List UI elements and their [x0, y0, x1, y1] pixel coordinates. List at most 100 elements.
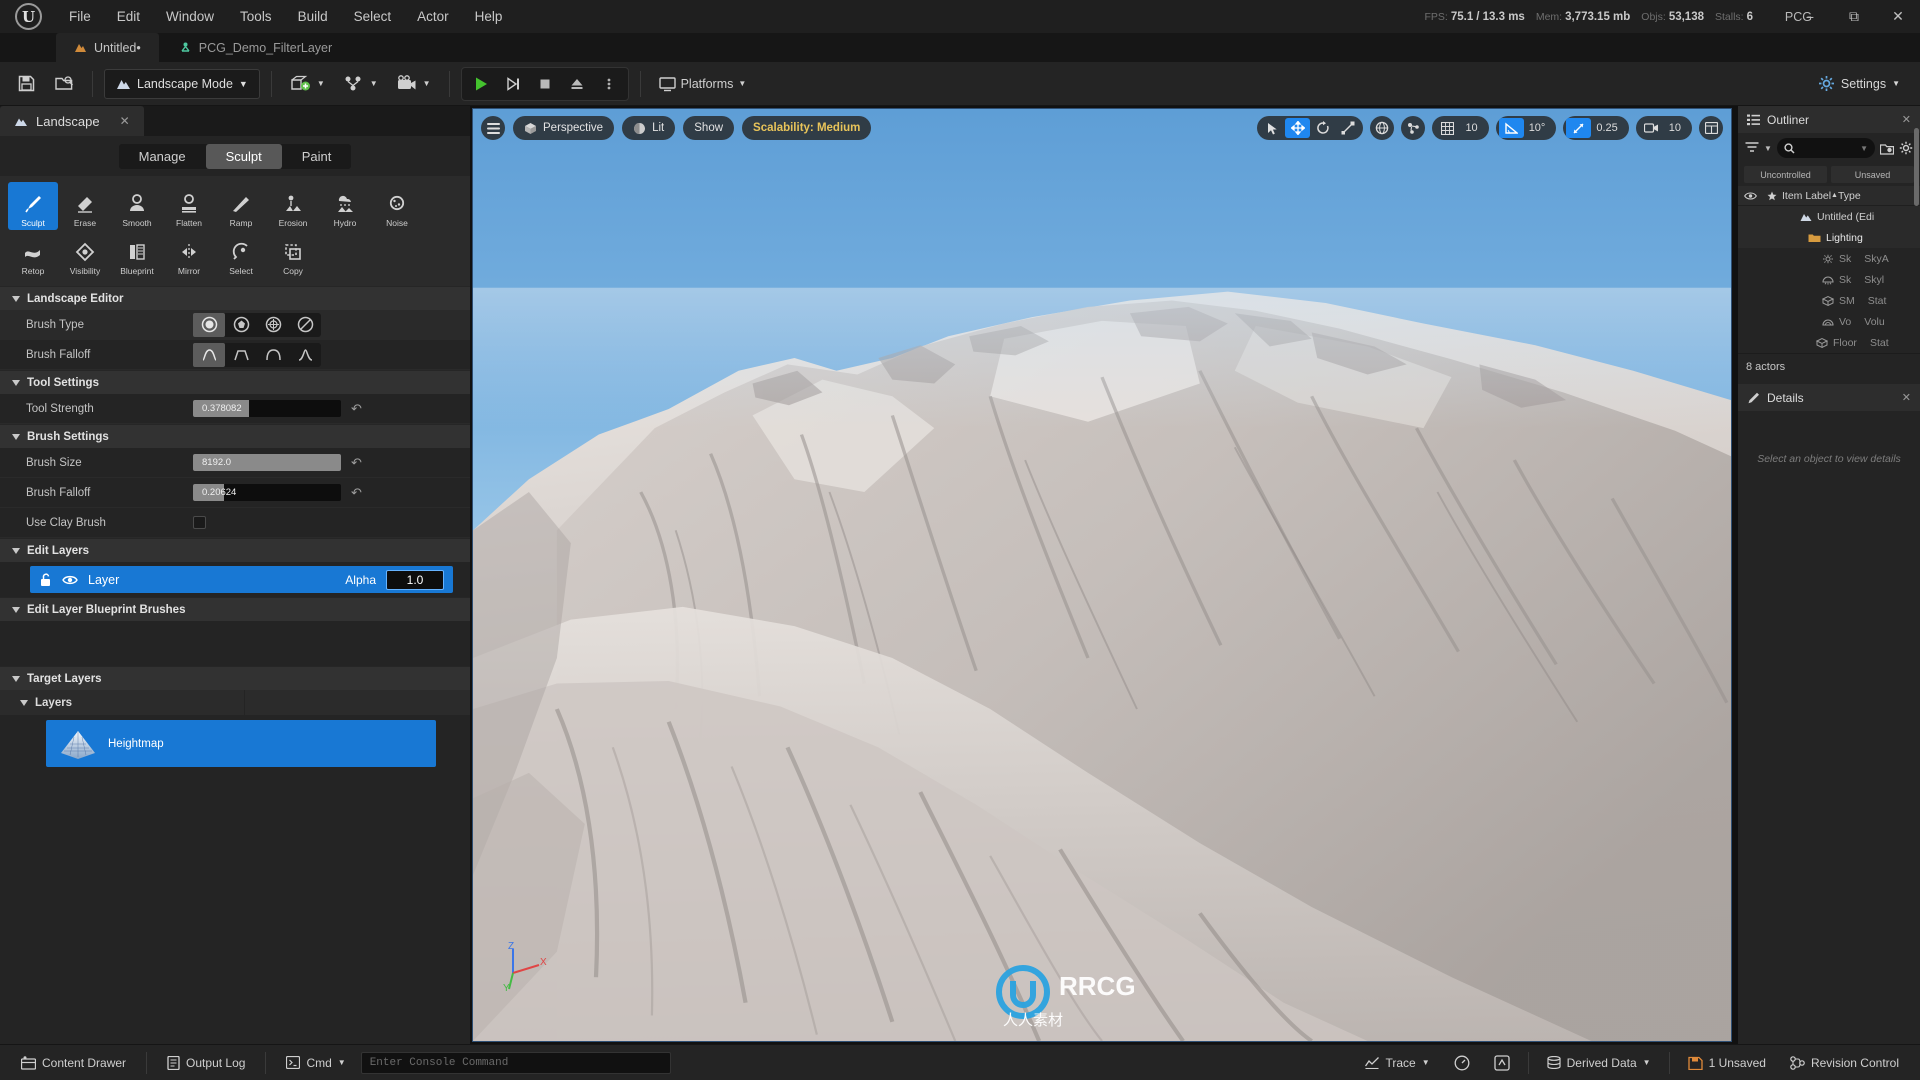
use-clay-brush-checkbox[interactable]	[193, 516, 206, 529]
reset-icon[interactable]: ↶	[351, 401, 362, 417]
editor-mode-selector[interactable]: Landscape Mode ▼	[104, 68, 260, 99]
tab-outliner[interactable]: Outliner ✕	[1738, 106, 1920, 133]
tab-manage[interactable]: Manage	[119, 144, 206, 169]
tools-icon[interactable]	[1483, 1050, 1521, 1076]
angle-snap-icon[interactable]	[1498, 118, 1524, 138]
tool-retop[interactable]: Retop	[8, 230, 58, 278]
settings-button[interactable]: Settings ▼	[1808, 69, 1910, 99]
angle-snap-control[interactable]: 10°	[1495, 116, 1557, 140]
more-options-icon[interactable]	[594, 70, 624, 98]
view-mode-dropdown[interactable]: Lit	[622, 116, 676, 140]
falloff-spherical[interactable]	[257, 343, 289, 367]
tool-visibility[interactable]: Visibility	[60, 230, 110, 278]
save-view-icon[interactable]	[1880, 142, 1894, 155]
outliner-row-skylight[interactable]: Sk Skyl	[1738, 269, 1920, 290]
reset-icon[interactable]: ↶	[351, 455, 362, 471]
brush-falloff-slider[interactable]: 0.20624	[193, 484, 341, 501]
trace-button[interactable]: Trace ▼	[1354, 1050, 1440, 1076]
tool-copy[interactable]: Copy	[268, 230, 318, 278]
tool-sculpt[interactable]: Sculpt	[8, 182, 58, 230]
scale-snap-control[interactable]: 0.25	[1563, 116, 1629, 140]
world-coordinate-icon[interactable]	[1370, 116, 1395, 140]
search-input[interactable]: ▼	[1776, 138, 1875, 158]
close-icon[interactable]: ✕	[120, 114, 130, 128]
outliner-row-floor[interactable]: Floor Stat	[1738, 332, 1920, 353]
tool-blueprint[interactable]: Blueprint	[112, 230, 162, 278]
camera-speed-icon[interactable]	[1639, 118, 1664, 138]
falloff-smooth[interactable]	[193, 342, 225, 367]
menu-window[interactable]: Window	[153, 0, 227, 33]
tool-select[interactable]: Select	[216, 230, 266, 278]
add-actor-button[interactable]: ▼	[283, 68, 332, 100]
play-button[interactable]	[466, 70, 496, 98]
tool-hydro[interactable]: Hydro	[320, 182, 370, 230]
chevron-down-icon[interactable]: ▼	[1764, 144, 1772, 153]
console-command-input[interactable]: Enter Console Command	[360, 1051, 671, 1074]
tab-sculpt[interactable]: Sculpt	[205, 143, 282, 169]
chevron-down-icon[interactable]: ▼	[1860, 144, 1868, 153]
reset-icon[interactable]: ↶	[351, 485, 362, 501]
section-tool-settings[interactable]: Tool Settings	[0, 370, 470, 394]
tab-landscape[interactable]: Landscape ✕	[0, 106, 144, 136]
tool-mirror[interactable]: Mirror	[164, 230, 214, 278]
outliner-row-staticmesh-1[interactable]: SM Stat	[1738, 290, 1920, 311]
show-flags-dropdown[interactable]: Show	[683, 116, 735, 140]
revision-control-button[interactable]: Revision Control	[1779, 1050, 1910, 1076]
save-button[interactable]	[10, 68, 43, 100]
star-icon[interactable]	[1762, 191, 1782, 201]
section-landscape-editor[interactable]: Landscape Editor	[0, 286, 470, 310]
edit-layer-row[interactable]: Layer Alpha 1.0	[30, 566, 453, 593]
close-icon[interactable]: ✕	[1902, 391, 1911, 404]
close-icon[interactable]: ✕	[1902, 113, 1911, 126]
section-target-layers[interactable]: Target Layers	[0, 666, 470, 690]
cmd-dropdown[interactable]: Cmd ▼	[275, 1050, 356, 1076]
alpha-value-field[interactable]: 1.0	[386, 569, 444, 590]
tab-pcg-demo-filterlayer[interactable]: PCG_Demo_FilterLayer	[160, 33, 351, 62]
tool-ramp[interactable]: Ramp	[216, 182, 266, 230]
platforms-button[interactable]: Platforms ▼	[652, 68, 754, 100]
menu-select[interactable]: Select	[341, 0, 405, 33]
unreal-logo[interactable]: U	[0, 0, 56, 33]
menu-file[interactable]: File	[56, 0, 104, 33]
menu-edit[interactable]: Edit	[104, 0, 153, 33]
surface-snap-icon[interactable]	[1401, 116, 1426, 140]
chip-uncontrolled[interactable]: Uncontrolled	[1744, 166, 1827, 183]
content-drawer-button[interactable]: Content Drawer	[10, 1050, 137, 1076]
skip-button[interactable]	[498, 70, 528, 98]
section-brush-settings[interactable]: Brush Settings	[0, 424, 470, 448]
menu-actor[interactable]: Actor	[404, 0, 462, 33]
gear-icon[interactable]	[1899, 141, 1913, 155]
column-type[interactable]: Type	[1838, 190, 1861, 202]
outliner-row-untitled[interactable]: Untitled (Edi	[1738, 206, 1920, 227]
grid-snap-value[interactable]: 10	[1460, 122, 1485, 134]
tool-noise[interactable]: Noise	[372, 182, 422, 230]
filter-icon[interactable]	[1745, 142, 1759, 154]
maximize-icon[interactable]: ⧉	[1832, 0, 1876, 33]
scale-snap-value[interactable]: 0.25	[1591, 122, 1625, 134]
viewport-menu-icon[interactable]	[481, 116, 505, 140]
target-layer-heightmap[interactable]: Heightmap	[46, 720, 436, 767]
tool-erosion[interactable]: Erosion	[268, 182, 318, 230]
tool-flatten[interactable]: Flatten	[164, 182, 214, 230]
chip-unsaved[interactable]: Unsaved	[1831, 166, 1914, 183]
eye-icon[interactable]	[62, 574, 78, 586]
camera-speed-value[interactable]: 10	[1664, 122, 1689, 134]
outliner-row-skyatmosphere[interactable]: Sk SkyA	[1738, 248, 1920, 269]
section-edit-layer-blueprint-brushes[interactable]: Edit Layer Blueprint Brushes	[0, 597, 470, 621]
tool-erase[interactable]: Erase	[60, 182, 110, 230]
grid-snap-control[interactable]: 10	[1432, 116, 1489, 140]
viewport-layout-icon[interactable]	[1699, 116, 1723, 140]
brush-type-pattern[interactable]	[257, 313, 289, 337]
tool-strength-slider[interactable]: 0.378082	[193, 400, 341, 417]
section-edit-layers[interactable]: Edit Layers	[0, 538, 470, 562]
unsaved-button[interactable]: 1 Unsaved	[1677, 1050, 1777, 1076]
output-log-button[interactable]: Output Log	[156, 1050, 256, 1076]
outliner-scrollbar[interactable]	[1914, 128, 1919, 206]
menu-build[interactable]: Build	[285, 0, 341, 33]
tab-untitled-level[interactable]: Untitled•	[56, 33, 159, 62]
scale-gizmo-icon[interactable]	[1335, 118, 1360, 138]
move-gizmo-icon[interactable]	[1285, 118, 1311, 138]
unlock-icon[interactable]	[39, 572, 52, 587]
level-viewport[interactable]: Perspective Lit Show Scalability: Medium	[472, 108, 1732, 1042]
eject-button[interactable]	[562, 70, 592, 98]
